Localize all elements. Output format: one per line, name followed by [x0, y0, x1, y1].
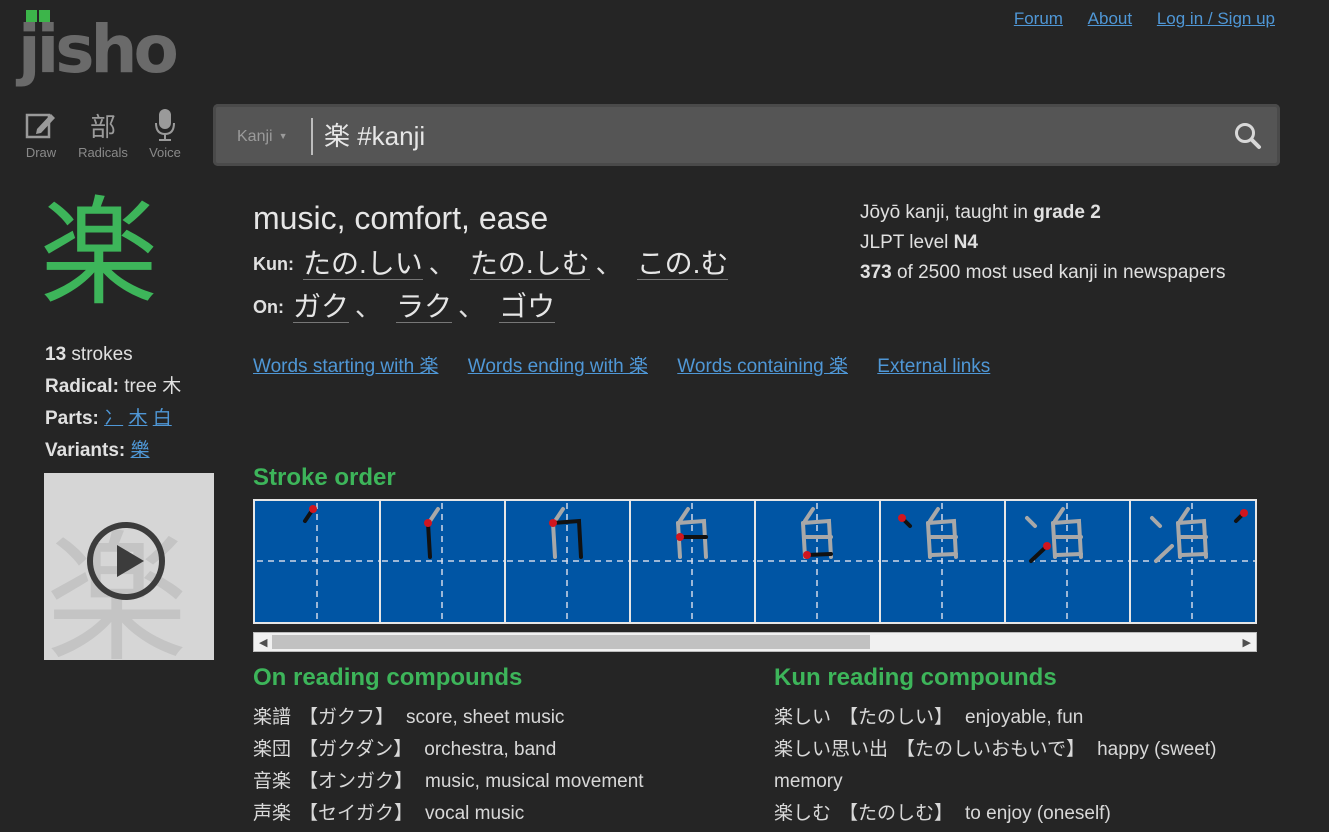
part-link[interactable]: 白: [153, 408, 172, 429]
radicals-tool-button[interactable]: 部 Radicals: [77, 108, 129, 161]
on-readings: On: ガク、 ラク、 ゴウ: [253, 291, 556, 323]
previous-stroke: [553, 507, 565, 523]
previous-stroke: [1053, 507, 1065, 523]
previous-stroke: [928, 507, 940, 523]
stroke-count: 13 strokes: [45, 344, 133, 365]
list-item: 楽譜 【ガクフ】 score, sheet music: [253, 707, 565, 728]
caret-down-icon: ▼: [278, 131, 288, 141]
list-item: 音楽 【オンガク】 music, musical movement: [253, 771, 644, 792]
radicals-tool-label: Radicals: [78, 145, 128, 160]
previous-stroke: [1150, 516, 1162, 528]
nav-login-link[interactable]: Log in / Sign up: [1157, 9, 1275, 28]
current-stroke: [426, 521, 432, 559]
stroke-start-dot: [803, 551, 811, 559]
top-nav: Forum About Log in / Sign up: [994, 9, 1275, 29]
scroll-thumb[interactable]: [272, 635, 870, 649]
search-bar: Kanji ▼ 楽 #kanji: [213, 104, 1280, 166]
search-type-dropdown[interactable]: Kanji ▼: [237, 128, 288, 146]
radicals-icon: 部: [89, 111, 116, 142]
kun-reading-link[interactable]: たの.しい: [303, 248, 423, 280]
list-item: 楽団 【ガクダン】 orchestra, band: [253, 739, 557, 760]
words-containing-link[interactable]: Words containing 楽: [677, 356, 848, 377]
previous-stroke: [428, 507, 440, 523]
previous-stroke: [1051, 521, 1057, 559]
on-label: On:: [253, 297, 284, 317]
kun-label: Kun:: [253, 254, 294, 274]
voice-tool-button[interactable]: Voice: [139, 108, 191, 160]
word-links: Words starting with 楽 Words ending with …: [253, 351, 1014, 378]
frequency-info: 373 of 2500 most used kanji in newspaper…: [860, 262, 1226, 283]
kun-readings: Kun: たの.しい、 たの.しむ、 この.む: [253, 248, 729, 280]
stroke-start-dot: [1240, 509, 1248, 517]
previous-stroke: [926, 521, 932, 559]
previous-stroke: [1055, 552, 1083, 557]
part-link[interactable]: 木: [128, 408, 147, 429]
previous-stroke: [1154, 544, 1174, 563]
nav-about-link[interactable]: About: [1088, 9, 1132, 28]
variant-link[interactable]: 樂: [131, 440, 150, 461]
search-input[interactable]: 楽 #kanji: [324, 118, 425, 154]
draw-tool-label: Draw: [25, 145, 57, 160]
logo-text: jisho: [18, 11, 179, 88]
jlpt-info: JLPT level N4: [860, 232, 978, 253]
stroke-order-title: Stroke order: [253, 464, 396, 491]
kun-compounds-title: Kun reading compounds: [774, 664, 1057, 691]
radical-info: Radical: tree 木: [45, 376, 182, 397]
stroke-scrollbar[interactable]: ◀ ▶: [253, 632, 1257, 652]
kanji-character: 楽: [40, 184, 159, 322]
kanji-meta: Jōyō kanji, taught in grade 2 JLPT level…: [860, 198, 1225, 288]
variants-info: Variants: 樂: [45, 440, 150, 461]
previous-stroke: [1178, 507, 1190, 523]
jouyou-info: Jōyō kanji, taught in grade 2: [860, 202, 1101, 223]
stroke-animation-player[interactable]: 楽: [44, 473, 214, 660]
scroll-left-icon[interactable]: ◀: [259, 636, 267, 649]
microphone-icon: [139, 108, 191, 142]
nav-forum-link[interactable]: Forum: [1014, 9, 1063, 28]
kun-reading-link[interactable]: この.む: [636, 248, 729, 280]
stroke-order-diagram: [253, 499, 1257, 624]
kun-reading-link[interactable]: たの.しむ: [469, 248, 590, 280]
stroke-start-dot: [676, 533, 684, 541]
stroke-order-svg: [257, 501, 1255, 622]
on-compounds-list: 楽譜 【ガクフ】 score, sheet music 楽団 【ガクダン】 orches…: [253, 702, 753, 830]
external-links-link[interactable]: External links: [877, 356, 990, 377]
search-icon[interactable]: [1234, 122, 1262, 150]
on-reading-link[interactable]: ラク: [396, 291, 453, 323]
previous-stroke: [803, 507, 815, 523]
scroll-right-icon[interactable]: ▶: [1243, 636, 1251, 649]
pencil-icon: [15, 108, 67, 142]
part-link[interactable]: 冫: [104, 408, 123, 429]
previous-stroke: [1180, 552, 1208, 557]
kanji-info: 13 strokes Radical: tree 木 Parts: 冫 木 白 …: [45, 339, 181, 467]
previous-stroke: [1176, 521, 1182, 559]
stroke-start-dot: [549, 519, 557, 527]
list-item: 声楽 【セイガク】 vocal music: [253, 803, 525, 824]
previous-stroke: [1025, 516, 1037, 528]
kanji-meanings: music, comfort, ease: [253, 200, 549, 236]
on-reading-link[interactable]: ゴウ: [499, 291, 556, 323]
draw-tool-button[interactable]: Draw: [15, 108, 67, 160]
parts-info: Parts: 冫 木 白: [45, 408, 172, 429]
words-starting-link[interactable]: Words starting with 楽: [253, 356, 438, 377]
search-divider: [311, 118, 313, 155]
list-item: 楽しい 【たのしい】 enjoyable, fun: [774, 707, 1084, 728]
voice-tool-label: Voice: [149, 145, 181, 160]
stroke-start-dot: [309, 505, 317, 513]
stroke-start-dot: [1043, 542, 1051, 550]
stroke-start-dot: [898, 514, 906, 522]
list-item: 楽しむ 【たのしむ】 to enjoy (oneself): [774, 803, 1111, 824]
kun-compounds-list: 楽しい 【たのしい】 enjoyable, fun 楽しい思い出 【たのしいおもいで】…: [774, 702, 1254, 830]
on-compounds-title: On reading compounds: [253, 664, 523, 691]
previous-stroke: [930, 552, 958, 557]
list-item: 楽しい思い出 【たのしいおもいで】 happy (sweet) memory: [774, 739, 1217, 792]
previous-stroke: [551, 521, 557, 559]
previous-stroke: [678, 507, 690, 523]
search-type-label: Kanji: [237, 128, 273, 145]
stroke-start-dot: [424, 519, 432, 527]
words-ending-link[interactable]: Words ending with 楽: [468, 356, 648, 377]
play-icon[interactable]: [86, 521, 166, 601]
on-reading-link[interactable]: ガク: [293, 291, 350, 323]
